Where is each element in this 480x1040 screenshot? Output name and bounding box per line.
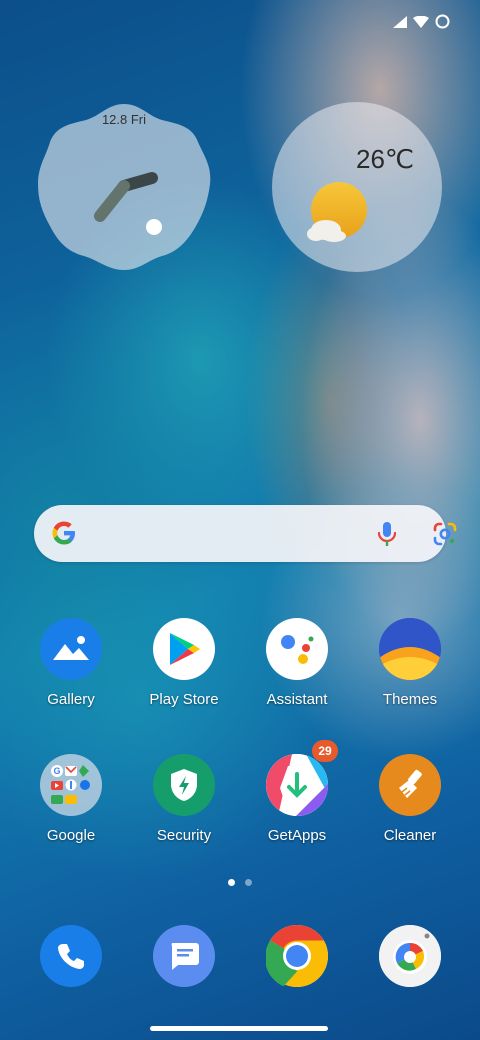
app-label: Security	[156, 827, 212, 844]
svg-text:G: G	[53, 766, 60, 776]
dock-camera[interactable]	[379, 925, 441, 987]
page-indicator	[228, 879, 252, 886]
app-label: GetApps	[267, 827, 327, 844]
app-label: Gallery	[47, 691, 95, 708]
dock-chrome[interactable]	[266, 925, 328, 987]
microphone-icon[interactable]	[377, 521, 397, 547]
app-cleaner[interactable]: Cleaner	[355, 754, 465, 844]
partly-sunny-icon	[307, 182, 367, 242]
clock-date: 12.8 Fri	[101, 112, 147, 127]
google-search-bar[interactable]	[34, 505, 457, 562]
app-assistant[interactable]: Assistant	[242, 618, 352, 708]
getapps-icon: 29	[266, 740, 338, 816]
weather-temperature: 26℃	[356, 144, 415, 174]
app-label: Assistant	[266, 691, 328, 708]
app-play-store[interactable]: Play Store	[129, 618, 239, 708]
clock-widget[interactable]: 12.8 Fri	[36, 100, 212, 272]
google-lens-icon[interactable]	[432, 521, 458, 547]
app-gallery[interactable]: Gallery	[16, 618, 126, 708]
security-icon	[153, 754, 215, 816]
notification-badge: 29	[312, 740, 338, 762]
page-dot-active	[228, 879, 235, 886]
google-folder-icon: G	[40, 754, 102, 816]
cleaner-icon	[379, 754, 441, 816]
play-store-icon	[153, 618, 215, 680]
navigation-gesture-bar[interactable]	[150, 1026, 328, 1031]
phone-icon	[58, 944, 84, 969]
gallery-icon	[40, 618, 102, 680]
messages-icon	[171, 943, 199, 970]
dock-messages[interactable]	[153, 925, 215, 987]
chrome-icon	[266, 925, 328, 987]
app-getapps[interactable]: 29 GetApps	[242, 740, 352, 844]
dock-phone[interactable]	[40, 925, 102, 987]
weather-widget[interactable]: 26℃	[272, 102, 442, 272]
wifi-icon	[413, 15, 429, 28]
app-label: Play Store	[149, 691, 219, 708]
app-label: Cleaner	[383, 827, 437, 844]
app-themes[interactable]: Themes	[355, 618, 465, 708]
status-bar	[393, 14, 450, 29]
themes-icon	[379, 618, 441, 680]
google-g-icon[interactable]	[50, 519, 78, 547]
camera-icon	[379, 925, 441, 987]
app-label: Google	[46, 827, 96, 844]
assistant-icon	[266, 618, 328, 680]
page-dot	[245, 879, 252, 886]
app-label: Themes	[382, 691, 438, 708]
folder-google[interactable]: G Google	[16, 754, 126, 844]
signal-icon	[393, 15, 407, 28]
battery-icon	[435, 14, 450, 29]
app-security[interactable]: Security	[129, 754, 239, 844]
